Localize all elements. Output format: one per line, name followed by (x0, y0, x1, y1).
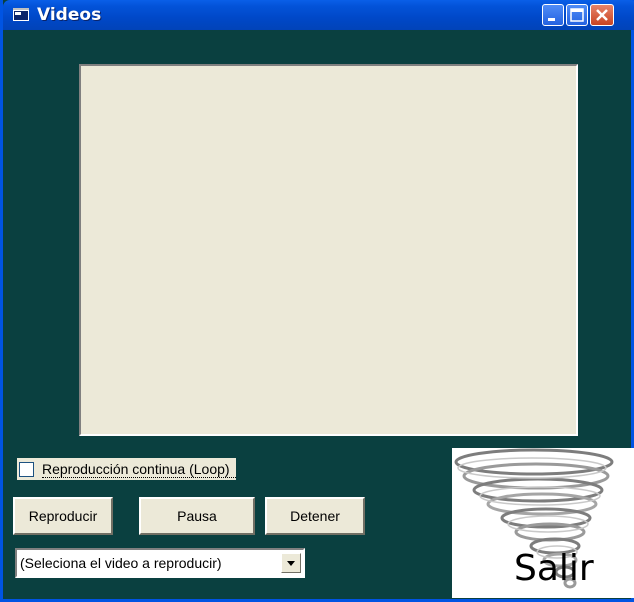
minimize-button[interactable] (542, 4, 564, 26)
close-icon (596, 9, 608, 21)
video-select-dropdown[interactable]: (Seleciona el video a reproducir) (15, 548, 305, 578)
play-button[interactable]: Reproducir (13, 497, 113, 535)
close-button[interactable] (590, 4, 614, 26)
minimize-icon (548, 18, 555, 21)
dropdown-arrow-button[interactable] (281, 553, 301, 573)
loop-checkbox-row[interactable]: Reproducción continua (Loop) (17, 458, 236, 480)
exit-label: Salir (514, 548, 594, 589)
stop-button[interactable]: Detener (265, 497, 365, 535)
exit-button[interactable]: Salir (452, 448, 634, 598)
video-select-value: (Seleciona el video a reproducir) (20, 555, 222, 571)
title-bar[interactable]: Videos (3, 0, 634, 30)
loop-checkbox-label: Reproducción continua (Loop) (42, 461, 236, 478)
chevron-down-icon (287, 561, 295, 566)
main-window: Videos Reproducción continua (Loop) Repr… (0, 0, 634, 602)
video-display-area[interactable] (79, 64, 578, 436)
window-app-icon (13, 8, 29, 21)
maximize-icon (570, 8, 584, 22)
window-title: Videos (37, 5, 102, 25)
loop-checkbox[interactable] (19, 461, 34, 477)
pause-button[interactable]: Pausa (139, 497, 255, 535)
maximize-button[interactable] (566, 4, 588, 26)
